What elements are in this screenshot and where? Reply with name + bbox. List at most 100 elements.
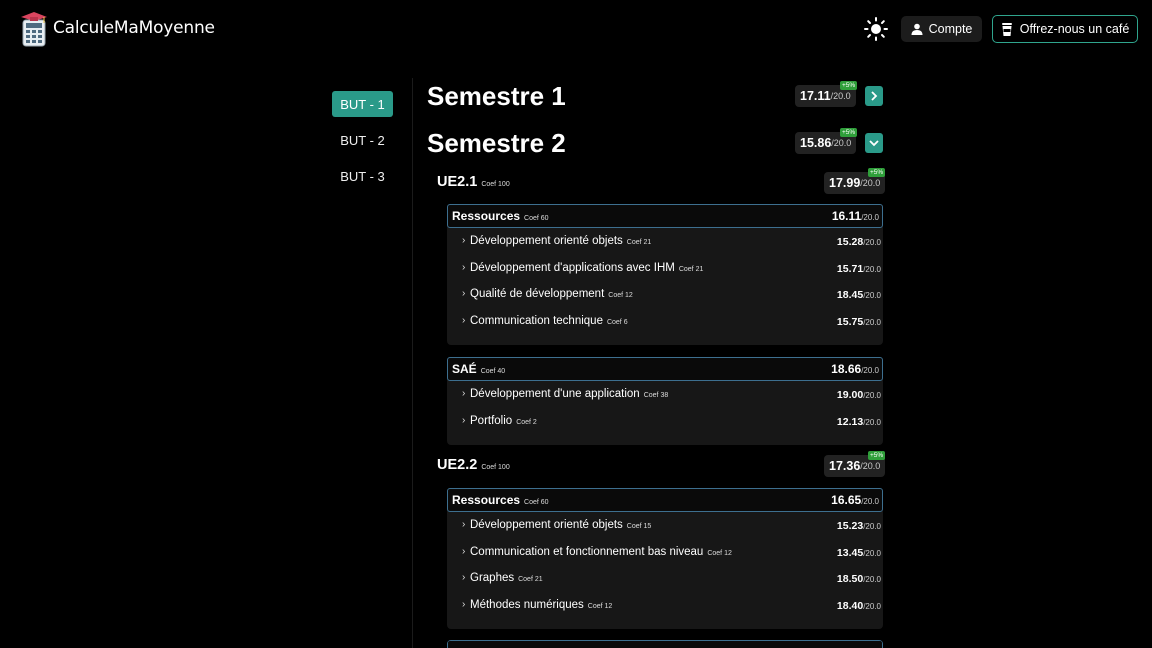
item-coef: Coef 12 bbox=[587, 602, 613, 610]
grade-max: /20.0 bbox=[863, 291, 881, 300]
list-item[interactable]: › Qualité de développement Coef 12 18.45/… bbox=[447, 281, 883, 308]
group-grade: 16.11/20.0 bbox=[832, 209, 879, 223]
item-grade: 15.28/20.0 bbox=[837, 236, 881, 248]
item-name: Développement orienté objets Coef 15 bbox=[470, 519, 651, 531]
collapse-semester-2-button[interactable] bbox=[865, 133, 883, 153]
year-tab-but-1[interactable]: BUT - 1 bbox=[332, 91, 393, 117]
grade-value: 16.11 bbox=[831, 209, 862, 223]
chevron-right-icon: › bbox=[462, 572, 466, 583]
grade-max: /20.0 bbox=[860, 461, 881, 471]
group-title: Ressources bbox=[452, 209, 521, 223]
item-grade: 15.23/20.0 bbox=[837, 520, 881, 532]
grade-max: /20.0 bbox=[863, 317, 881, 327]
chevron-right-icon: › bbox=[462, 235, 466, 246]
grade-max: /20.0 bbox=[861, 213, 879, 222]
item-coef: Coef 6 bbox=[606, 318, 628, 326]
group-name: Ressources Coef 60 bbox=[452, 209, 549, 223]
list-item[interactable]: › Méthodes numériques Coef 12 18.40/20.0 bbox=[447, 592, 883, 619]
group-header[interactable]: Ressources Coef 60 16.11/20.0 bbox=[447, 204, 883, 228]
grade-max: /20.0 bbox=[863, 238, 881, 247]
chevron-right-icon: › bbox=[462, 414, 466, 426]
chevron-right-icon: › bbox=[462, 545, 466, 557]
item-title: Portfolio bbox=[470, 414, 513, 427]
grade-max: /20.0 bbox=[863, 522, 881, 531]
ue-name: UE2.2 Coef 100 bbox=[437, 457, 510, 473]
bonus-badge: +5% bbox=[840, 128, 858, 137]
grade-value: 16.65 bbox=[831, 493, 862, 507]
item-title: Développement orienté objets bbox=[470, 235, 623, 247]
group-grade: 18.66/20.0 bbox=[831, 362, 879, 376]
ue-header[interactable]: UE2.1 Coef 100 17.99/20.0 +5% bbox=[437, 168, 886, 194]
group-header[interactable]: Ressources Coef 60 16.65/20.0 bbox=[447, 488, 883, 512]
group-title: Ressources bbox=[452, 493, 521, 507]
ue-title: UE2.2 bbox=[437, 457, 478, 473]
grade-value: 12.13 bbox=[836, 415, 864, 428]
bonus-badge: +5% bbox=[868, 451, 886, 460]
group-coef: Coef 60 bbox=[524, 215, 549, 222]
grade-max: /20.0 bbox=[863, 575, 881, 584]
item-title: Développement d'une application bbox=[470, 388, 640, 400]
buy-coffee-button[interactable]: Offrez-nous un café bbox=[992, 15, 1138, 43]
grade-max: /20.0 bbox=[861, 497, 879, 506]
group-header[interactable]: SAÉ Coef 40 18.66/20.0 bbox=[447, 357, 883, 381]
ue-header[interactable]: UE2.2 Coef 100 17.36/20.0 +5% bbox=[437, 451, 886, 477]
item-coef: Coef 2 bbox=[516, 418, 537, 426]
item-coef: Coef 21 bbox=[626, 239, 652, 246]
coffee-label: Offrez-nous un café bbox=[1019, 22, 1130, 36]
vertical-divider bbox=[412, 78, 413, 648]
item-name: Méthodes numériques Coef 12 bbox=[470, 599, 612, 611]
item-title: Graphes bbox=[470, 572, 515, 584]
list-item[interactable]: › Développement orienté objets Coef 21 15… bbox=[447, 228, 883, 255]
list-item[interactable]: › Développement d'une application Coef 38… bbox=[447, 381, 883, 408]
grade-value: 17.36 bbox=[829, 459, 861, 473]
grade-max: /20.0 bbox=[860, 178, 881, 188]
item-coef: Coef 21 bbox=[678, 265, 704, 273]
list-item[interactable]: › Développement orienté objets Coef 15 15… bbox=[447, 512, 883, 539]
expand-semester-1-button[interactable] bbox=[865, 86, 883, 106]
item-grade: 18.40/20.0 bbox=[837, 600, 881, 612]
list-item[interactable]: › Communication technique Coef 6 15.75/20… bbox=[447, 308, 883, 335]
item-title: Méthodes numériques bbox=[470, 598, 584, 611]
item-name: Portfolio Coef 2 bbox=[470, 415, 537, 427]
group-header[interactable] bbox=[447, 640, 883, 648]
account-button[interactable]: Compte bbox=[901, 16, 982, 42]
chevron-right-icon: › bbox=[462, 288, 466, 299]
item-coef: Coef 38 bbox=[643, 392, 669, 399]
year-tab-but-2[interactable]: BUT - 2 bbox=[332, 127, 393, 153]
group-name: SAÉ Coef 40 bbox=[452, 362, 505, 376]
grade-max: /20.0 bbox=[830, 91, 851, 101]
ue-title: UE2.1 bbox=[437, 174, 478, 190]
list-item[interactable]: › Communication et fonctionnement bas ni… bbox=[447, 539, 883, 566]
semester-2-header: Semestre 2 15.86/20.0 +5% bbox=[427, 128, 884, 158]
list-item[interactable]: › Portfolio Coef 2 12.13/20.0 bbox=[447, 408, 883, 435]
year-tab-but-3[interactable]: BUT - 3 bbox=[332, 163, 393, 189]
item-grade: 18.50/20.0 bbox=[837, 573, 881, 585]
chevron-right-icon: › bbox=[462, 598, 466, 610]
grade-value: 19.00 bbox=[836, 389, 864, 401]
item-name: Développement d'une application Coef 38 bbox=[470, 388, 668, 400]
chevron-down-icon bbox=[869, 140, 879, 147]
item-grade: 15.75/20.0 bbox=[837, 316, 881, 328]
list-item[interactable]: › Développement d'applications avec IHM C… bbox=[447, 255, 883, 282]
item-name: Développement d'applications avec IHM Coe… bbox=[470, 262, 703, 274]
ue-group-sae: SAÉ Coef 40 18.66/20.0 › Développement d'… bbox=[447, 357, 883, 445]
grade-max: /20.0 bbox=[863, 601, 881, 611]
grade-value: 18.40 bbox=[836, 599, 864, 612]
item-title: Développement orienté objets bbox=[470, 519, 623, 531]
grade-value: 15.23 bbox=[836, 520, 864, 532]
semester-title: Semestre 2 bbox=[427, 128, 566, 158]
item-name: Développement orienté objets Coef 21 bbox=[470, 235, 651, 247]
item-name: Communication technique Coef 6 bbox=[470, 315, 628, 327]
item-coef: Coef 21 bbox=[518, 576, 543, 583]
ue-coef: Coef 100 bbox=[481, 181, 510, 188]
ue-group-next bbox=[447, 640, 883, 648]
item-coef: Coef 15 bbox=[626, 523, 652, 530]
grade-value: 15.71 bbox=[836, 262, 864, 275]
chevron-right-icon: › bbox=[462, 388, 466, 399]
group-coef: Coef 60 bbox=[524, 499, 549, 506]
item-grade: 13.45/20.0 bbox=[837, 547, 881, 559]
sun-icon[interactable] bbox=[864, 17, 888, 41]
app-title[interactable]: CalculeMaMoyenne bbox=[53, 18, 215, 38]
list-item[interactable]: › Graphes Coef 21 18.50/20.0 bbox=[447, 565, 883, 592]
calculator-logo-icon bbox=[21, 12, 47, 47]
